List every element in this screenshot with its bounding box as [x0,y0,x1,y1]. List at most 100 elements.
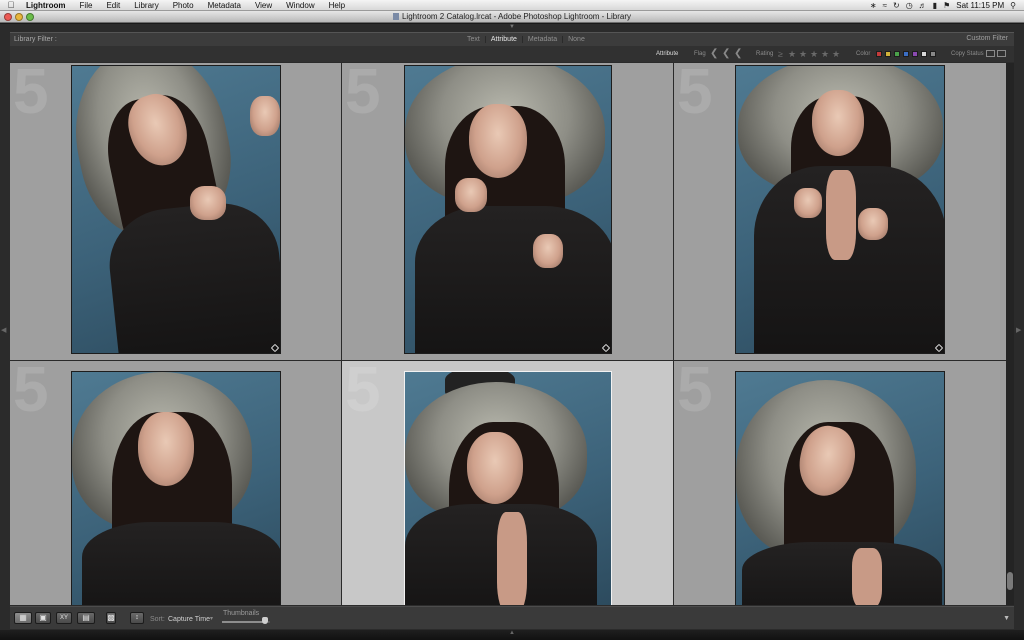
photo-hand [250,96,280,136]
menu-clock[interactable]: Sat 11:15 PM [956,1,1004,10]
color-swatch-gray[interactable] [930,51,936,57]
toolbar-options-dropdown-icon[interactable]: ▼ [1003,615,1010,622]
photo-face [138,412,194,486]
photo-thumbnail[interactable] [735,65,945,354]
photo-thumbnail[interactable] [71,65,281,354]
rating-star-4-icon[interactable]: ★ [821,49,829,60]
window-title: Lightroom 2 Catalog.lrcat - Adobe Photos… [0,11,1024,23]
rating-star-2-icon[interactable]: ★ [799,49,807,60]
compare-view-button[interactable]: XY [56,612,72,624]
color-swatch-red[interactable] [876,51,882,57]
photo-thumbnail[interactable] [404,65,612,354]
rating-star-3-icon[interactable]: ★ [810,49,818,60]
filter-preset-dropdown[interactable]: Custom Filter [966,35,1008,42]
cell-index: 5 [677,63,713,127]
grid-cell[interactable]: 5 [674,361,1006,605]
photo-hand [858,208,888,240]
photo-hand [190,186,226,220]
grid-cell-selected[interactable]: 5 [342,361,673,605]
menu-file[interactable]: File [73,1,100,10]
photo-chest [826,170,856,260]
battery-icon[interactable]: ▮ [933,1,937,10]
spotlight-icon[interactable]: ⚲ [1010,1,1016,10]
grid-cell[interactable]: 5 [674,63,1006,360]
thumbnail-grid: 5 5 5 5 5 5 [10,63,1006,605]
volume-icon[interactable]: ♬ [919,1,927,10]
grid-cell[interactable]: 5 [10,63,341,360]
sync-icon[interactable]: ↻ [893,1,900,10]
top-panel-toggle-icon[interactable]: ▼ [508,24,516,30]
menu-edit[interactable]: Edit [99,1,127,10]
apple-menu-icon[interactable]:  [0,0,22,10]
filter-tabs: Text Attribute Metadata None [462,34,590,45]
copy-virtual-icon[interactable] [997,50,1006,57]
bottom-panel-toggle-icon[interactable]: ▲ [508,630,516,636]
grid-cell[interactable]: 5 [342,63,673,360]
photo-hand [455,178,487,212]
menu-app[interactable]: Lightroom [22,1,73,10]
color-swatch-yellow[interactable] [885,51,891,57]
menu-metadata[interactable]: Metadata [201,1,248,10]
color-swatch-green[interactable] [894,51,900,57]
lightroom-screen:  Lightroom File Edit Library Photo Meta… [0,0,1024,640]
grid-scrollbar[interactable] [1006,63,1014,605]
photo-face [469,104,527,178]
menu-help[interactable]: Help [322,1,352,10]
menu-photo[interactable]: Photo [166,1,201,10]
filter-tab-attribute[interactable]: Attribute [486,36,523,43]
wifi-icon[interactable]: ≈ [883,1,887,10]
flag-pick-icon[interactable]: ❮ [710,48,718,59]
painter-button[interactable]: ▩ [106,612,116,624]
menu-window[interactable]: Window [279,1,321,10]
filter-tab-metadata[interactable]: Metadata [523,36,564,43]
color-swatch-white[interactable] [921,51,927,57]
rating-star-1-icon[interactable]: ★ [788,49,796,60]
photo-jacket [742,542,942,605]
right-panel-toggle-icon[interactable]: ▶ [1016,326,1021,334]
filter-tab-text[interactable]: Text [462,36,486,43]
library-toolbar: ▦ ▣ XY ▤ ▩ ↕ Sort: Capture Time ▾ Thumbn… [10,606,1014,629]
library-filter-label: Library Filter : [14,36,57,43]
filter-tab-none[interactable]: None [563,36,590,43]
menu-view[interactable]: View [248,1,279,10]
left-panel-toggle-icon[interactable]: ◀ [1,326,6,334]
survey-view-button[interactable]: ▤ [77,612,95,624]
flag-icon[interactable]: ⚑ [943,1,950,10]
photo-thumbnail[interactable] [71,371,281,605]
thumbnail-size-knob[interactable] [262,617,269,624]
survey-view-icon: ▤ [82,613,90,622]
grid-view-button[interactable]: ▦ [14,612,32,624]
photo-thumbnail[interactable] [735,371,945,605]
cell-index: 5 [13,361,49,425]
flag-filter-label: Flag [694,51,706,57]
sort-direction-button[interactable]: ↕ [130,612,144,624]
sort-dropdown-arrow-icon[interactable]: ▾ [210,615,213,622]
flag-unflagged-icon[interactable]: ❮ [722,48,730,59]
photo-hand [794,188,822,218]
photo-jacket [415,206,611,353]
copy-master-icon[interactable] [986,50,995,57]
photo-chest [852,548,882,605]
rating-star-5-icon[interactable]: ★ [832,49,840,60]
thumbnails-label: Thumbnails [223,610,260,617]
compare-view-icon: XY [59,615,68,621]
window-title-text: Lightroom 2 Catalog.lrcat - Adobe Photos… [401,12,631,21]
sort-label: Sort: [150,616,165,623]
photo-hand [533,234,563,268]
color-swatch-purple[interactable] [912,51,918,57]
catalog-document-icon [392,13,399,20]
flag-rejected-icon[interactable]: ❮ [734,48,742,59]
color-filter-label: Color [856,51,871,57]
cell-index: 5 [345,361,381,425]
loupe-view-button[interactable]: ▣ [35,612,51,624]
grid-cell[interactable]: 5 [10,361,341,605]
bluetooth-icon[interactable]: ∗ [870,1,877,10]
cell-index: 5 [345,63,381,127]
time-machine-icon[interactable]: ◷ [906,1,913,10]
rating-gte-icon[interactable]: ≥ [778,49,783,59]
photo-thumbnail[interactable] [404,371,612,605]
grid-scrollbar-thumb[interactable] [1007,572,1013,590]
sort-dropdown[interactable]: Capture Time [168,616,210,623]
menu-library[interactable]: Library [127,1,165,10]
color-swatch-blue[interactable] [903,51,909,57]
